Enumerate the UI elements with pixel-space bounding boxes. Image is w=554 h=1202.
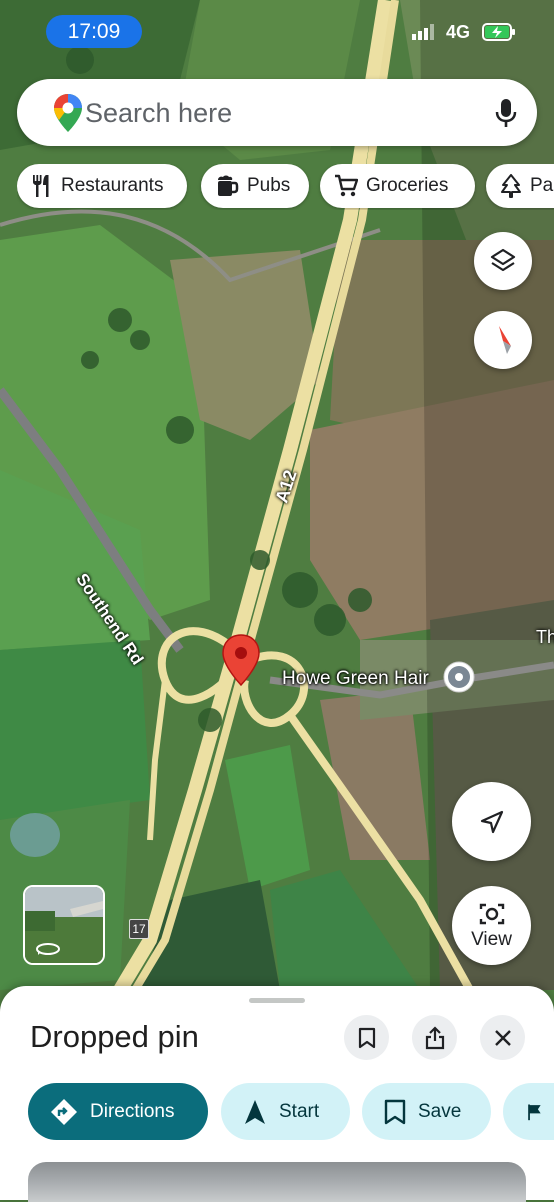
junction-shield: 17 (129, 919, 149, 939)
share-button[interactable] (412, 1015, 457, 1060)
pond (10, 813, 60, 857)
close-button[interactable] (480, 1015, 525, 1060)
search-input[interactable]: Search here (85, 98, 232, 129)
battery-charging-icon (482, 23, 515, 41)
directions-icon (51, 1098, 77, 1125)
chip-label: Pubs (247, 175, 291, 196)
compass-button[interactable] (474, 311, 532, 369)
place-bottom-sheet[interactable]: Dropped pin Directions Start Save (0, 986, 554, 1202)
view-button[interactable]: View (452, 886, 531, 965)
search-bar[interactable]: Search here (17, 79, 537, 146)
save-icon-button[interactable] (344, 1015, 389, 1060)
save-label: Save (418, 1100, 462, 1122)
place-photo-preview[interactable] (28, 1162, 526, 1202)
signal-icon (411, 24, 434, 40)
chip-groceries[interactable]: Groceries (320, 164, 475, 208)
cart-icon (335, 174, 358, 197)
chip-label: Groceries (366, 175, 449, 196)
street-view-thumbnail[interactable] (23, 885, 105, 965)
tree-icon (501, 174, 521, 198)
beer-mug-icon (218, 175, 239, 196)
my-location-button[interactable] (452, 782, 531, 861)
flag-icon (528, 1104, 541, 1120)
flag-button[interactable] (503, 1083, 554, 1140)
share-icon (425, 1025, 444, 1049)
chip-parks[interactable]: Pa (486, 164, 554, 208)
place-label-howe-green-hair[interactable]: Howe Green Hair (282, 668, 429, 690)
view-label: View (471, 928, 512, 950)
sheet-drag-handle[interactable] (249, 998, 305, 1003)
field (0, 640, 150, 820)
close-icon (494, 1029, 511, 1046)
lens-camera-icon (479, 903, 504, 924)
rotate-360-icon (36, 943, 60, 955)
navigation-icon (245, 1099, 265, 1124)
bookmark-icon (384, 1099, 406, 1124)
chip-restaurants[interactable]: Restaurants (17, 164, 187, 208)
road-label-partial: Th (536, 627, 554, 647)
start-label: Start (279, 1100, 320, 1122)
status-time: 17:09 (46, 15, 142, 48)
category-chips: Restaurants Pubs Groceries Pa (17, 164, 554, 210)
directions-label: Directions (90, 1100, 175, 1122)
start-button[interactable]: Start (221, 1083, 350, 1140)
sheet-title: Dropped pin (30, 1019, 199, 1054)
chip-pubs[interactable]: Pubs (201, 164, 309, 208)
place-marker-icon[interactable] (442, 660, 476, 694)
layers-button[interactable] (474, 232, 532, 290)
directions-button[interactable]: Directions (28, 1083, 208, 1140)
compass-icon (499, 326, 511, 354)
chip-label: Pa (530, 175, 554, 196)
maps-pin-icon (54, 94, 82, 132)
chip-label: Restaurants (61, 175, 164, 196)
microphone-icon[interactable] (495, 98, 517, 128)
save-button[interactable]: Save (362, 1083, 491, 1140)
network-type: 4G (445, 21, 470, 42)
layers-icon (490, 248, 516, 272)
dropped-pin-icon[interactable] (221, 633, 261, 689)
fork-knife-icon (33, 175, 49, 197)
navigation-arrow-icon (480, 810, 503, 833)
bookmark-icon (358, 1027, 375, 1048)
status-bar: 17:09 4G (0, 0, 554, 62)
